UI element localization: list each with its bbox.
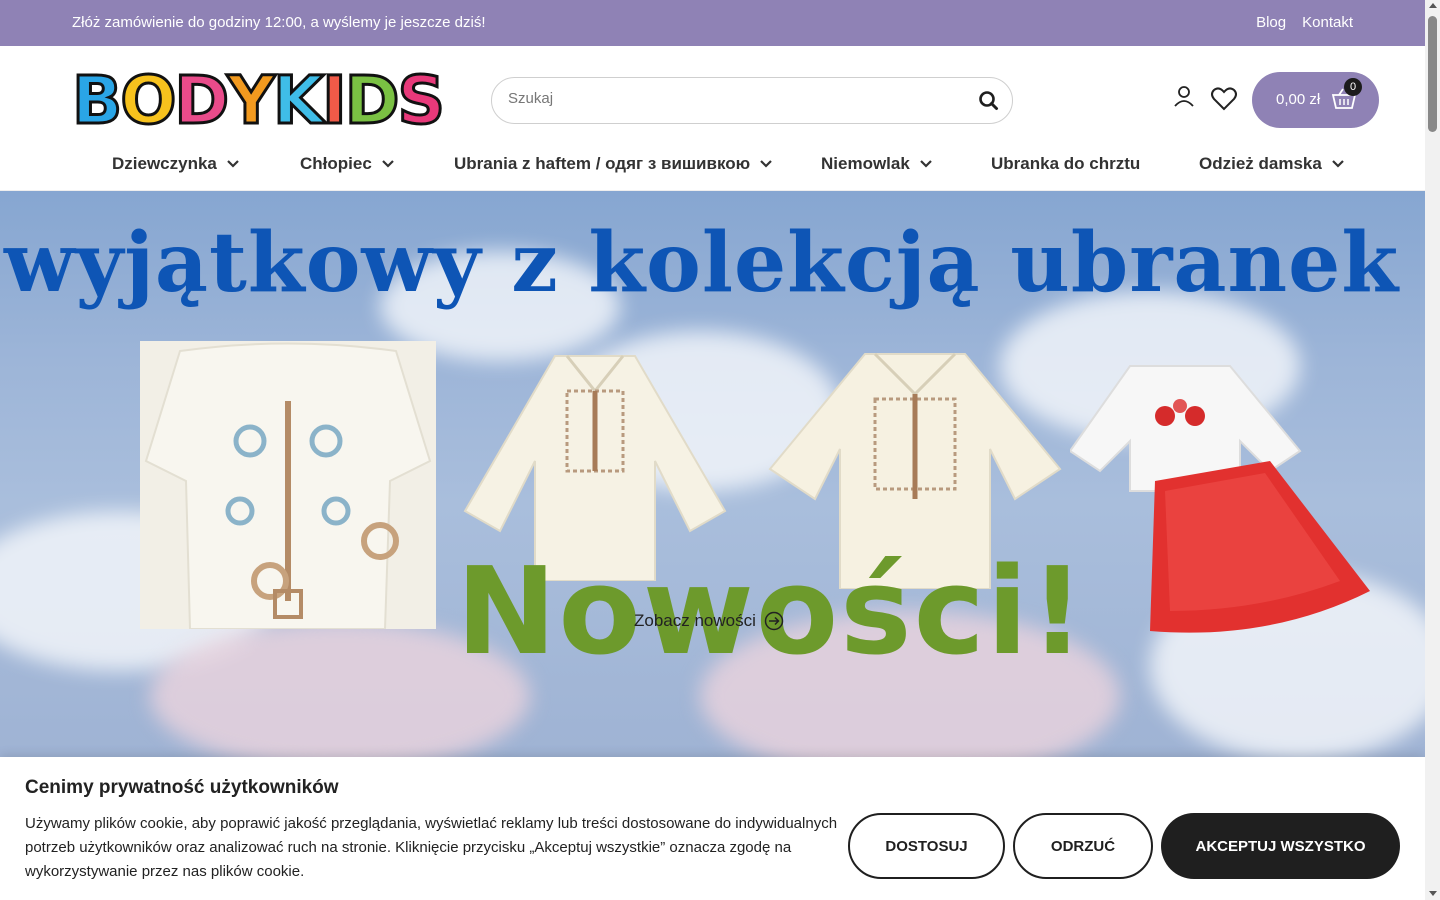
- cart-count-badge: 0: [1344, 78, 1362, 96]
- top-links: Blog Kontakt: [1256, 14, 1353, 31]
- nav-item-niemowlak[interactable]: Niemowlak: [821, 154, 932, 174]
- search-bar: [491, 77, 1013, 124]
- nav-item-dziewczynka[interactable]: Dziewczynka: [112, 154, 239, 174]
- search-icon[interactable]: [978, 90, 1000, 112]
- see-new-link[interactable]: Zobacz nowości: [634, 611, 784, 631]
- arrow-right-circle-icon: [764, 611, 784, 631]
- scroll-up-arrow-icon[interactable]: [1429, 3, 1437, 8]
- cookie-banner: Cenimy prywatność użytkowników Używamy p…: [0, 757, 1425, 900]
- nav-item-label: Ubrania z haftem / одяг з вишивкою: [454, 154, 751, 173]
- nav-item-chlopiec[interactable]: Chłopiec: [300, 154, 394, 174]
- scrollbar-thumb[interactable]: [1428, 16, 1437, 132]
- chevron-down-icon: [227, 160, 239, 168]
- cart-button[interactable]: 0,00 zł 0: [1252, 72, 1379, 128]
- nav-item-ubranka-do-chrztu[interactable]: Ubranka do chrztu: [991, 154, 1140, 174]
- accept-all-button[interactable]: AKCEPTUJ WSZYSTKO: [1161, 813, 1400, 879]
- page-scrollbar[interactable]: [1425, 0, 1440, 900]
- nav-item-ubrania-z-haftem[interactable]: Ubrania z haftem / одяг з вишивкою: [454, 154, 772, 174]
- cookie-text: Używamy plików cookie, aby poprawić jako…: [25, 815, 838, 880]
- nav-item-odziez-damska[interactable]: Odzież damska: [1199, 154, 1344, 174]
- nav-item-label: Dziewczynka: [112, 154, 217, 173]
- logo-letter: O: [119, 60, 178, 140]
- chevron-down-icon: [382, 160, 394, 168]
- account-icon[interactable]: [1172, 84, 1196, 110]
- logo-letter: B: [70, 60, 123, 140]
- scroll-down-arrow-icon[interactable]: [1429, 891, 1437, 896]
- logo-letter: I: [321, 60, 348, 140]
- promo-message: Złóż zamówienie do godziny 12:00, a wyśl…: [72, 14, 486, 31]
- cookie-title: Cenimy prywatność użytkowników: [25, 777, 339, 798]
- logo-text: BODYKIDS: [70, 60, 446, 140]
- site-header: BODYKIDS 0,00 zł 0 Dziewczynka Chłopiec …: [0, 46, 1425, 191]
- nav-item-label: Ubranka do chrztu: [991, 154, 1141, 173]
- chevron-down-icon: [1332, 160, 1344, 168]
- top-bar: Złóż zamówienie do godziny 12:00, a wyśl…: [0, 0, 1425, 46]
- logo-letter: K: [272, 60, 326, 140]
- reject-button[interactable]: ODRZUĆ: [1013, 813, 1153, 879]
- cart-amount: 0,00 zł: [1276, 91, 1321, 108]
- blog-link[interactable]: Blog: [1256, 14, 1286, 31]
- search-input[interactable]: [508, 90, 948, 107]
- hero-banner[interactable]: wyjątkowy z kolekcją ubranek z haftem No…: [0, 191, 1425, 758]
- see-new-label: Zobacz nowości: [634, 611, 756, 630]
- logo-letter: S: [396, 60, 446, 140]
- logo-letter: Y: [226, 60, 277, 140]
- embroidered-dress-image: [1070, 365, 1370, 633]
- logo-letter: D: [343, 60, 401, 140]
- chevron-down-icon: [760, 160, 772, 168]
- nav-item-label: Chłopiec: [300, 154, 372, 173]
- hero-heading: wyjątkowy z kolekcją ubranek z haftem: [4, 215, 1425, 311]
- chevron-down-icon: [920, 160, 932, 168]
- logo[interactable]: BODYKIDS: [70, 60, 446, 140]
- customize-button[interactable]: DOSTOSUJ: [848, 813, 1005, 879]
- heart-icon[interactable]: [1210, 86, 1238, 112]
- nav-item-label: Niemowlak: [821, 154, 910, 173]
- nav-item-label: Odzież damska: [1199, 154, 1322, 173]
- contact-link[interactable]: Kontakt: [1302, 14, 1353, 31]
- main-nav: Dziewczynka Chłopiec Ubrania z haftem / …: [0, 150, 1425, 180]
- logo-letter: D: [173, 60, 231, 140]
- embroidered-sweater-image: [140, 341, 436, 629]
